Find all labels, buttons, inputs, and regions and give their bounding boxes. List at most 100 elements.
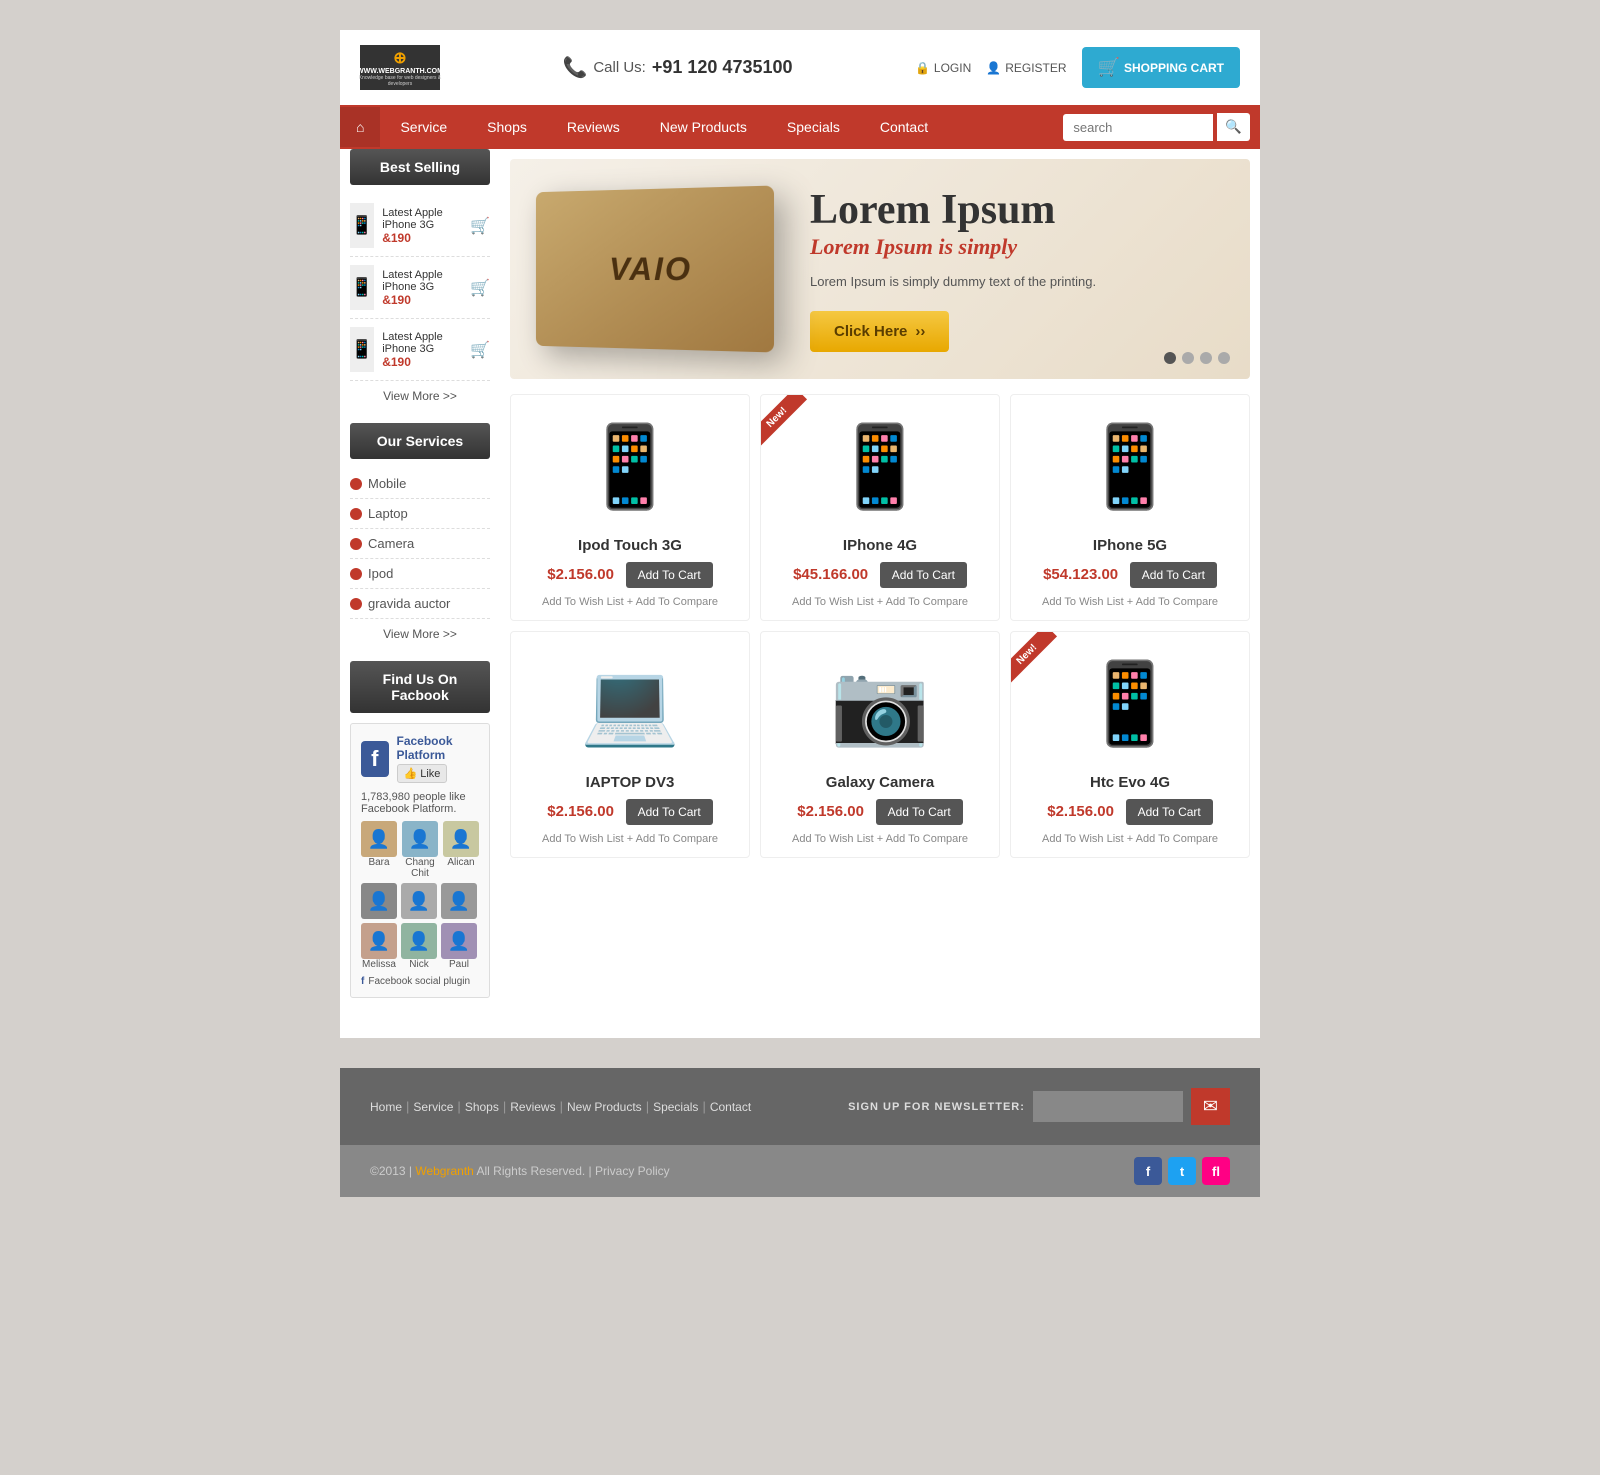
footer-link-home[interactable]: Home [370,1100,402,1114]
footer-link-service[interactable]: Service [413,1100,453,1114]
product-info: Latest Apple iPhone 3G &190 [382,331,462,369]
service-item-laptop[interactable]: Laptop [350,499,490,529]
services-view-more[interactable]: View More >> [350,627,490,641]
footer-link-shops[interactable]: Shops [465,1100,499,1114]
compare-link[interactable]: + Add To Compare [877,833,968,845]
services-title: Our Services [350,423,490,459]
service-dot [350,598,362,610]
new-ribbon: New! [761,395,821,455]
add-to-cart-icon[interactable]: 🛒 [470,216,490,236]
newsletter: SIGN UP FOR NEWSLETTER: ✉ [848,1088,1230,1125]
compare-link[interactable]: + Add To Compare [627,596,718,608]
avatar: 👤 [441,923,477,959]
cart-button[interactable]: 🛒 SHOPPING CART [1082,47,1240,88]
banner-dot-1[interactable] [1164,352,1176,364]
service-dot [350,508,362,520]
nav-reviews[interactable]: Reviews [547,107,640,147]
wish-list-link[interactable]: Add To Wish List [792,596,874,608]
search-button[interactable]: 🔍 [1217,113,1250,141]
best-selling-view-more[interactable]: View More >> [350,389,490,403]
product-pricing-row: $2.156.00 Add To Cart [773,799,987,825]
product-card-4: 💻 IAPTOP DV3 $2.156.00 Add To Cart Add T… [510,631,750,858]
banner-dot-3[interactable] [1200,352,1212,364]
banner-dot-2[interactable] [1182,352,1194,364]
search-input[interactable] [1063,114,1213,141]
footer-link-contact[interactable]: Contact [710,1100,751,1114]
add-to-cart-button[interactable]: Add To Cart [876,799,963,825]
compare-link[interactable]: + Add To Compare [1127,596,1218,608]
thumbs-up-icon: 👍 [404,767,418,780]
facebook-logo: f [361,741,389,777]
add-to-cart-button[interactable]: Add To Cart [626,562,713,588]
nav-specials[interactable]: Specials [767,107,860,147]
phone-icon: 📞 [562,55,587,80]
nav-shops[interactable]: Shops [467,107,547,147]
service-item-gravida[interactable]: gravida auctor [350,589,490,619]
newsletter-input[interactable] [1033,1091,1183,1122]
compare-link[interactable]: + Add To Compare [877,596,968,608]
product-pricing-row: $2.156.00 Add To Cart [523,562,737,588]
services-list: Mobile Laptop Camera Ipod [350,469,490,619]
product-image: 📱 [1023,407,1237,527]
login-link[interactable]: 🔒 LOGIN [915,61,971,75]
footer-link-reviews[interactable]: Reviews [510,1100,555,1114]
best-selling-title: Best Selling [350,149,490,185]
avatar-col: 👤 Paul [441,923,477,970]
product-thumb: 📱 [350,327,374,372]
service-label: Mobile [368,476,406,491]
banner-cta-button[interactable]: Click Here ›› [810,311,949,352]
copyright: ©2013 | Webgranth All Rights Reserved. |… [370,1164,670,1178]
wish-list-link[interactable]: Add To Wish List [542,833,624,845]
nav-service[interactable]: Service [380,107,467,147]
wish-list-link[interactable]: Add To Wish List [792,833,874,845]
add-to-cart-icon[interactable]: 🛒 [470,340,490,360]
product-card-5: 📷 Galaxy Camera $2.156.00 Add To Cart Ad… [760,631,1000,858]
banner-body: Lorem Ipsum is simply dummy text of the … [810,272,1230,292]
nav-home[interactable]: ⌂ [340,107,380,147]
avatar: 👤 [441,883,477,919]
phone-number: +91 120 4735100 [652,57,793,78]
brand-link[interactable]: Webgranth [415,1164,473,1178]
new-badge-text: New! [1011,632,1057,685]
product-thumb: 📱 [350,265,374,310]
fb-like-button[interactable]: 👍 Like [397,764,448,783]
add-to-cart-button[interactable]: Add To Cart [626,799,713,825]
twitter-social-icon[interactable]: t [1168,1157,1196,1185]
search-icon: 🔍 [1225,119,1242,134]
product-name: IPhone 5G [1023,537,1237,554]
product-info: Latest Apple iPhone 3G &190 [382,269,462,307]
banner-text: Lorem Ipsum Lorem Ipsum is simply Lorem … [780,186,1230,353]
add-to-cart-button[interactable]: Add To Cart [1130,562,1217,588]
add-to-cart-button[interactable]: Add To Cart [880,562,967,588]
wish-list-link[interactable]: Add To Wish List [1042,833,1124,845]
flickr-social-icon[interactable]: fl [1202,1157,1230,1185]
compare-link[interactable]: + Add To Compare [627,833,718,845]
add-to-cart-button[interactable]: Add To Cart [1126,799,1213,825]
product-image: 📱 [523,407,737,527]
product-price: &190 [382,293,462,307]
laptop-image: VAIO [536,186,774,353]
service-item-camera[interactable]: Camera [350,529,490,559]
nav-contact[interactable]: Contact [860,107,948,147]
service-item-ipod[interactable]: Ipod [350,559,490,589]
register-link[interactable]: 👤 REGISTER [986,61,1066,75]
product-links: Add To Wish List + Add To Compare [1023,596,1237,608]
footer-link-specials[interactable]: Specials [653,1100,698,1114]
facebook-social-icon[interactable]: f [1134,1157,1162,1185]
footer-link-new-products[interactable]: New Products [567,1100,642,1114]
newsletter-submit[interactable]: ✉ [1191,1088,1230,1125]
avatar-col: 👤 Alican [443,821,479,879]
products-grid: 📱 Ipod Touch 3G $2.156.00 Add To Cart Ad… [510,394,1250,858]
compare-link[interactable]: + Add To Compare [1127,833,1218,845]
lock-icon: 🔒 [915,61,930,75]
wish-list-link[interactable]: Add To Wish List [542,596,624,608]
product-name: Latest Apple iPhone 3G [382,207,462,231]
nav-new-products[interactable]: New Products [640,107,767,147]
add-to-cart-icon[interactable]: 🛒 [470,278,490,298]
fb-page-info: Facebook Platform 👍 Like [397,734,480,783]
banner-dot-4[interactable] [1218,352,1230,364]
avatar-col: 👤 [401,883,437,919]
banner-image: VAIO [530,189,780,349]
wish-list-link[interactable]: Add To Wish List [1042,596,1124,608]
service-item-mobile[interactable]: Mobile [350,469,490,499]
